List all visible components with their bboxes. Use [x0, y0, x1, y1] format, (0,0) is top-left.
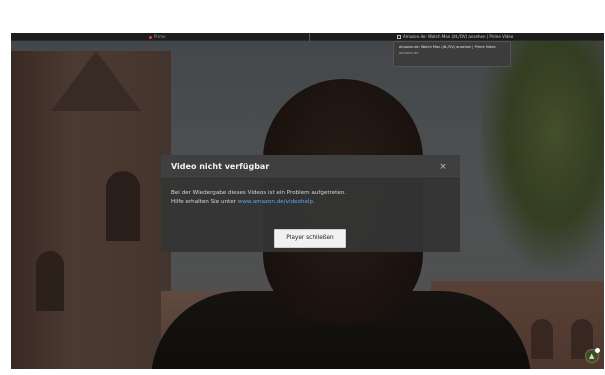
dialog-help-suffix: .	[313, 199, 315, 205]
recording-dot-icon	[149, 35, 152, 39]
dialog-message-line: Bei der Wiedergabe dieses Videos ist ein…	[171, 190, 347, 196]
tooltip-domain: amazon.de	[399, 51, 419, 55]
dialog-header: Video nicht verfügbar ×	[161, 155, 460, 179]
dialog-title: Video nicht verfügbar	[171, 162, 270, 171]
dialog-help-prefix: Hilfe erhalten Sie unter	[171, 199, 238, 205]
tooltip-title: Amazon.de: Watch Man (dt./OV) ansehen | …	[399, 45, 496, 49]
browser-tab-label: Amazon.de: Watch Man (dt./OV) ansehen | …	[403, 34, 514, 39]
browser-tab-label: Prime	[154, 34, 166, 39]
browser-tab-active[interactable]: Amazon.de: Watch Man (dt./OV) ansehen | …	[397, 33, 513, 41]
dialog-message-line: Hilfe erhalten Sie unter www.amazon.de/v…	[171, 198, 451, 207]
tab-hover-tooltip: Amazon.de: Watch Man (dt./OV) ansehen | …	[393, 41, 511, 67]
browser-tab[interactable]: Prime	[149, 33, 165, 41]
assistant-badge[interactable]: ▲	[585, 348, 600, 363]
help-link[interactable]: www.amazon.de/videohelp	[238, 199, 313, 205]
error-dialog: Video nicht verfügbar × Bei der Wiederga…	[161, 155, 460, 252]
dialog-message: Bei der Wiedergabe dieses Videos ist ein…	[171, 189, 451, 207]
tab-separator	[309, 33, 310, 41]
notification-dot-icon	[595, 348, 600, 353]
page-favicon-icon	[397, 35, 401, 39]
video-player-screen[interactable]: Prime Amazon.de: Watch Man (dt./OV) anse…	[11, 33, 604, 369]
close-player-button[interactable]: Player schließen	[274, 229, 346, 248]
assistant-badge-icon: ▲	[589, 352, 595, 360]
close-icon[interactable]: ×	[437, 161, 449, 173]
browser-tab-strip: Prime Amazon.de: Watch Man (dt./OV) anse…	[11, 33, 604, 41]
